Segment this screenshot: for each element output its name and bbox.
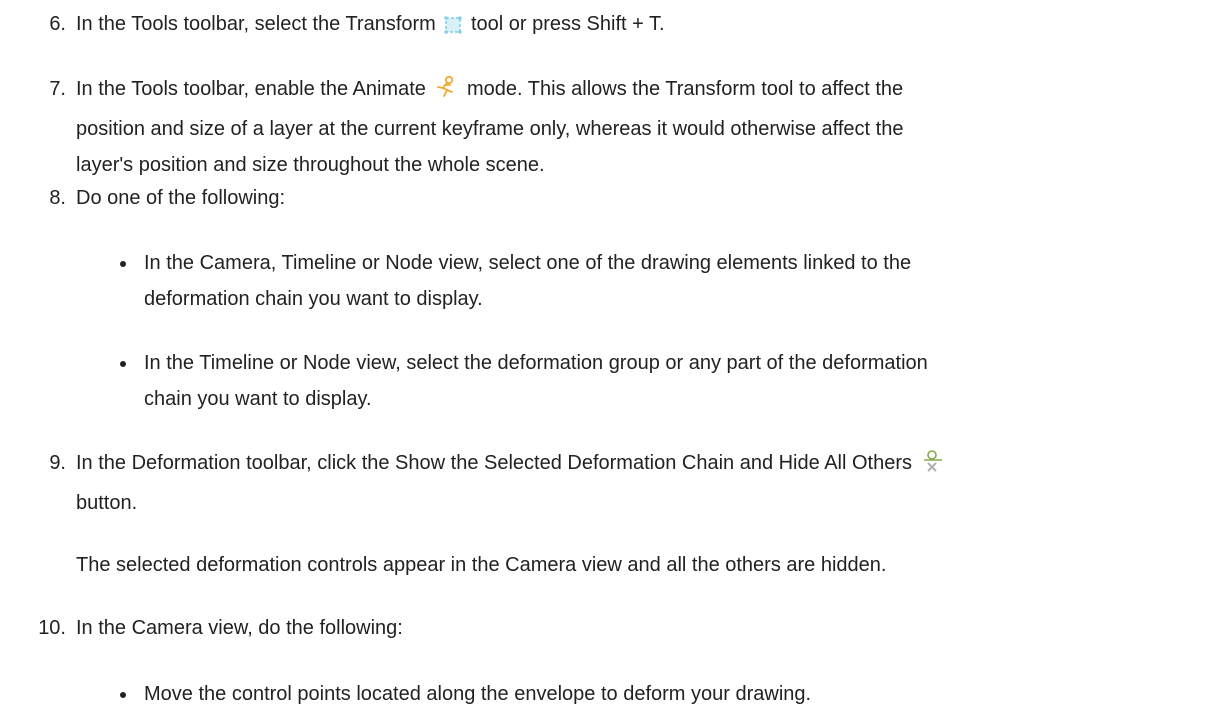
transform-tool-icon (444, 10, 462, 46)
step-number: 10. (38, 617, 66, 639)
bullet-text: In the Timeline or Node view, select the… (144, 345, 1184, 417)
step-7-line-1: In the Tools toolbar, enable the Animate… (76, 71, 1216, 111)
bullet-line-1: Move the control points located along th… (144, 683, 812, 705)
step-text: In the Camera view, do the following: (76, 617, 403, 639)
step-9-note-text: The selected deformation controls appear… (76, 554, 887, 576)
step-number: 8. (49, 187, 66, 209)
step-9-text-before: In the Deformation toolbar, click the Sh… (76, 452, 913, 474)
bullet-text: Move the control points located along th… (144, 676, 1184, 712)
bullet-line-1: In the Camera, Timeline or Node view, se… (144, 252, 912, 274)
step-7-line-3: layer's position and size throughout the… (76, 154, 545, 176)
show-selected-deformation-chain-icon (921, 449, 945, 485)
bullet-line-1: In the Timeline or Node view, select the… (144, 352, 928, 374)
step-text: Do one of the following: (76, 187, 286, 209)
step-7-text-after: mode. This allows the Transform tool to … (467, 78, 904, 100)
step-text: In the Deformation toolbar, click the Sh… (76, 445, 1216, 521)
step-6-text-after: tool or press Shift + T. (470, 13, 665, 35)
bullet-dot (120, 692, 126, 698)
bullet-dot (120, 261, 126, 267)
bullet-text: In the Camera, Timeline or Node view, se… (144, 245, 1184, 317)
step-text: In the Tools toolbar, select the Transfo… (76, 6, 1216, 46)
step-number: 7. (49, 78, 66, 100)
animate-mode-icon (434, 75, 458, 111)
step-6-text-before: In the Tools toolbar, select the Transfo… (76, 13, 436, 35)
bullet-line-2: deformation chain you want to display. (144, 288, 483, 310)
step-number: 6. (49, 13, 66, 35)
step-number: 9. (49, 452, 66, 474)
step-9-line-2: button. (76, 492, 138, 514)
bullet-dot (120, 361, 126, 367)
step-7-text-before: In the Tools toolbar, enable the Animate (76, 78, 426, 100)
step-7-line-2: position and size of a layer at the curr… (76, 118, 904, 140)
bullet-line-2: chain you want to display. (144, 388, 372, 410)
document-page: 6. In the Tools toolbar, select the Tran… (0, 0, 1231, 723)
step-9-line-1: In the Deformation toolbar, click the Sh… (76, 445, 1216, 485)
step-text: In the Tools toolbar, enable the Animate… (76, 71, 1216, 183)
